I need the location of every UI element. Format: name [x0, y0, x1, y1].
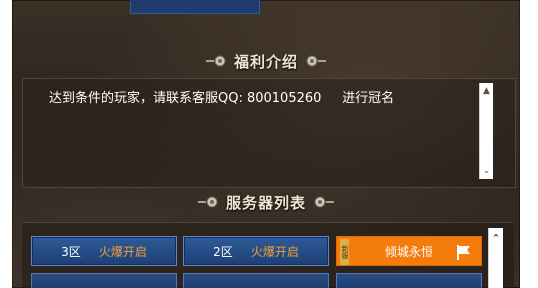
server-button-next-row[interactable]	[183, 273, 329, 288]
benefits-scrollbar[interactable]: ▲ ⌄	[479, 83, 493, 179]
scroll-up-icon[interactable]: ▲	[480, 85, 493, 97]
benefits-section-title: 福利介绍	[12, 50, 520, 72]
server-button-3[interactable]: 3区 火爆开启	[31, 236, 177, 266]
ornament-right-icon	[314, 196, 334, 208]
ornament-right-icon	[306, 55, 326, 67]
server-list: 3区 火爆开启 2区 火爆开启 新服 倾城永恒 ⌃	[22, 222, 514, 288]
top-tab-remnant[interactable]	[130, 0, 260, 14]
server-list-title: 服务器列表	[12, 191, 520, 213]
game-panel: 福利介绍 达到条件的玩家，请联系客服QQ: 800105260 进行冠名 ▲ ⌄…	[12, 0, 520, 288]
server-button-next-row[interactable]	[31, 273, 177, 288]
new-server-badge: 新服	[340, 239, 349, 265]
server-button-next-row[interactable]	[336, 273, 482, 288]
server-name: 3区	[61, 244, 81, 259]
benefits-title-label: 福利介绍	[233, 52, 298, 71]
benefits-text: 达到条件的玩家，请联系客服QQ: 800105260 进行冠名	[49, 91, 395, 106]
server-status: 火爆开启	[98, 244, 147, 259]
ornament-left-icon	[205, 55, 226, 67]
server-list-scrollbar[interactable]: ⌃	[488, 228, 503, 288]
server-status: 火爆开启	[250, 244, 299, 259]
server-button-qingcheng[interactable]: 新服 倾城永恒	[336, 236, 482, 266]
server-list-title-label: 服务器列表	[225, 193, 306, 212]
scroll-up-icon[interactable]: ⌃	[489, 232, 503, 245]
ornament-left-icon	[197, 196, 218, 208]
server-button-2[interactable]: 2区 火爆开启	[183, 236, 329, 266]
server-name: 2区	[213, 244, 233, 259]
scroll-down-icon[interactable]: ⌄	[480, 165, 493, 177]
benefits-text-box: 达到条件的玩家，请联系客服QQ: 800105260 进行冠名 ▲ ⌄	[22, 78, 516, 188]
flag-icon	[457, 245, 470, 260]
server-name: 倾城永恒	[384, 244, 433, 259]
